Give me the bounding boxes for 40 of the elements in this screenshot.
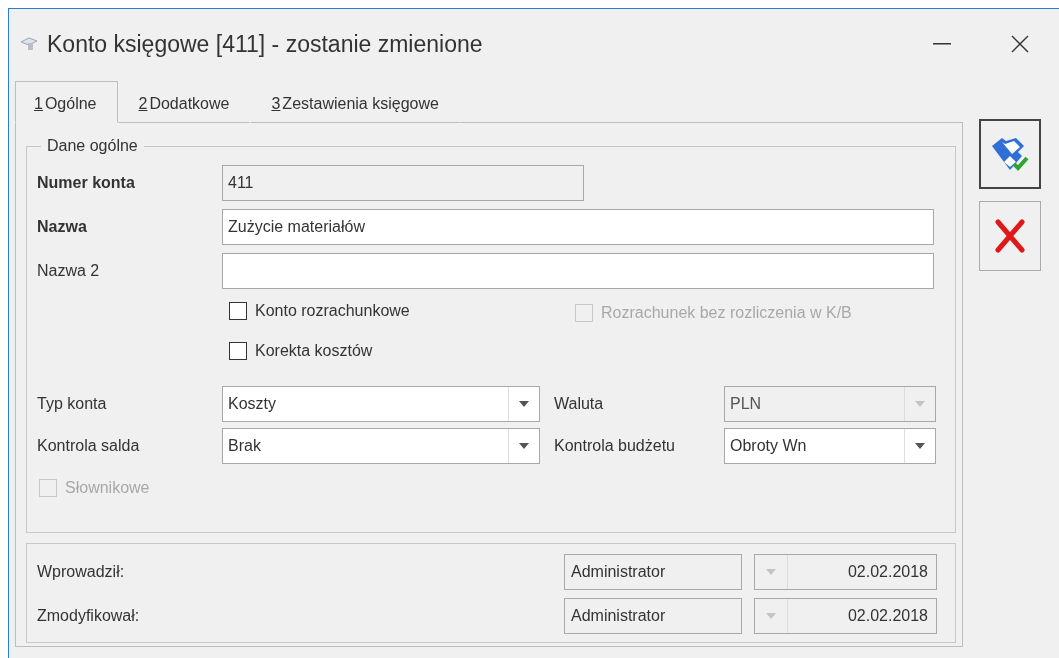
user-field: Administrator [564, 598, 742, 634]
checkbox-label: Słownikowe [65, 479, 150, 497]
caret-icon [519, 443, 529, 449]
caret-icon [766, 569, 776, 575]
user-field: Administrator [564, 554, 742, 590]
window-title: Konto księgowe [411] - zostanie zmienione [47, 30, 483, 58]
checkbox-label: Korekta kosztów [255, 341, 373, 360]
caret-icon [519, 401, 529, 407]
field-label: Zmodyfikował: [37, 607, 141, 625]
save-button[interactable] [979, 119, 1041, 189]
field-label: Numer konta [37, 174, 136, 192]
date-field[interactable]: 02.02.2018 [754, 554, 937, 590]
dropdown[interactable]: Obroty Wn [724, 428, 936, 464]
caret-icon [766, 613, 776, 619]
checkbox-label: Konto rozrachunkowe [255, 301, 410, 320]
input-field[interactable] [222, 253, 934, 289]
checkbox[interactable] [229, 301, 247, 320]
field-label: Kontrola salda [37, 437, 141, 455]
cancel-button[interactable] [979, 201, 1041, 271]
field-label: Kontrola budżetu [554, 437, 676, 455]
field-label: Nazwa [37, 218, 88, 236]
dropdown[interactable]: Brak [222, 428, 540, 464]
close-icon [994, 218, 1026, 254]
checkbox-label: Rozrachunek bez rozliczenia w K/B [601, 304, 852, 322]
field-label: Typ konta [37, 395, 108, 413]
field-label: Wprowadził: [37, 563, 126, 581]
caret-icon [915, 443, 925, 449]
field-label: Nazwa 2 [37, 262, 101, 280]
field-label: Waluta [554, 395, 605, 413]
close-icon[interactable] [1011, 35, 1029, 53]
tab[interactable]: 1Ogólne [15, 81, 118, 123]
checkbox[interactable] [229, 341, 247, 360]
tab[interactable]: 3Zestawienia księgowe [250, 84, 460, 123]
group-title: Dane ogólne [46, 137, 139, 155]
input-field[interactable]: Zużycie materiałów [222, 209, 934, 245]
minimize-icon[interactable] [933, 43, 951, 45]
caret-icon [915, 401, 925, 407]
dropdown[interactable]: Koszty [222, 386, 540, 422]
date-field[interactable]: 02.02.2018 [754, 598, 937, 634]
tab[interactable]: 2Dodatkowe [117, 84, 251, 123]
